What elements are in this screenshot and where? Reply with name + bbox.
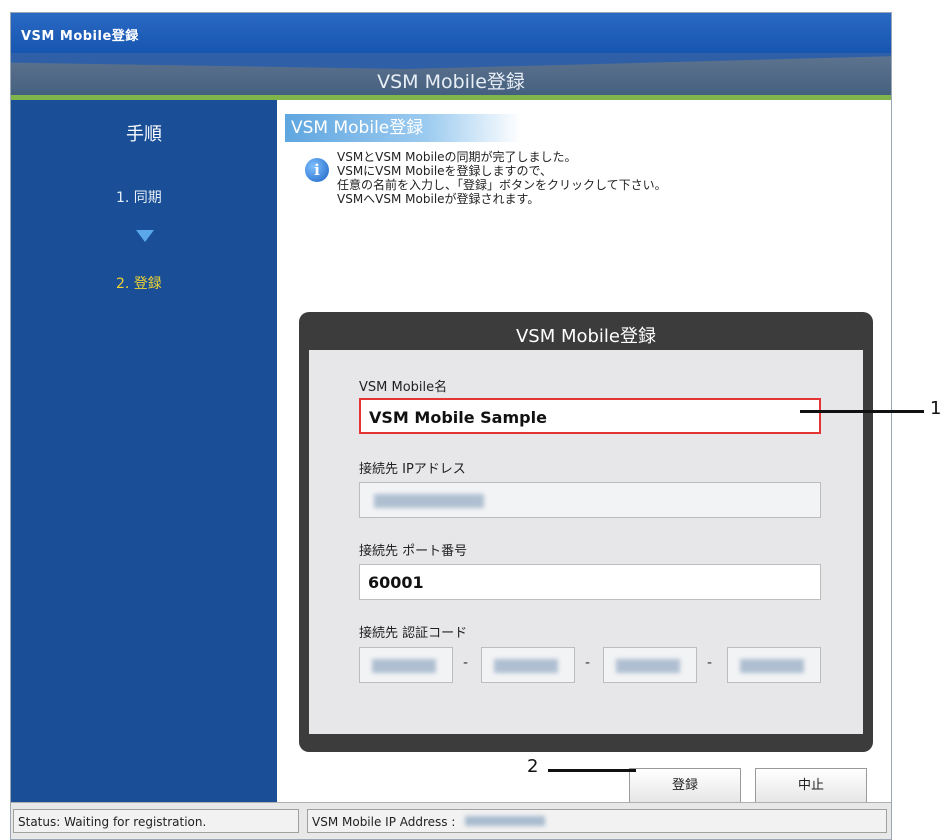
redacted-code xyxy=(494,659,558,673)
panel-title: VSM Mobile登録 xyxy=(515,326,657,347)
register-button[interactable]: 登録 xyxy=(629,768,741,804)
step-register: 2. 登録 xyxy=(116,276,162,292)
auth-code-box xyxy=(481,647,575,683)
main-content: VSM Mobile登録 i VSMとVSM Mobileの同期が完了しました。… xyxy=(277,100,891,804)
auth-code-box xyxy=(727,647,821,683)
panel-body: VSM Mobile名 VSM Mobile Sample 接続先 IPアドレス… xyxy=(309,350,863,734)
redacted-ip xyxy=(374,494,484,508)
redacted-code xyxy=(372,659,436,673)
registration-window: VSM Mobile登録 VSM Mobile登録 手順 1. 同期 2. 登録… xyxy=(10,12,892,840)
ip-address-field xyxy=(359,482,821,518)
info-line: VSMとVSM Mobileの同期が完了しました。 xyxy=(337,150,577,164)
redacted-code xyxy=(616,659,680,673)
callout-line-1 xyxy=(800,410,924,413)
name-label: VSM Mobile名 xyxy=(359,380,448,395)
code-separator: - xyxy=(585,655,591,671)
title-bar[interactable]: VSM Mobile登録 xyxy=(11,13,891,53)
info-line: VSMにVSM Mobileを登録しますので、 xyxy=(337,164,553,178)
info-line: 任意の名前を入力し、「登録」ボタンをクリックして下さい。 xyxy=(337,178,667,192)
steps-heading: 手順 xyxy=(126,124,162,145)
auth-code-box xyxy=(603,647,697,683)
mobile-name-input[interactable]: VSM Mobile Sample xyxy=(359,398,821,434)
info-icon: i xyxy=(305,158,329,182)
callout-number-1: 1 xyxy=(930,398,942,419)
ip-status-cell: VSM Mobile IP Address : xyxy=(307,809,887,833)
steps-sidebar: 手順 1. 同期 2. 登録 xyxy=(11,100,277,802)
redacted-ip-status xyxy=(465,816,546,826)
ip-label: 接続先 IPアドレス xyxy=(359,462,466,477)
status-bar: Status: Waiting for registration. VSM Mo… xyxy=(11,802,891,839)
banner-title: VSM Mobile登録 xyxy=(377,71,525,93)
info-line: VSMへVSM Mobileが登録されます。 xyxy=(337,192,540,206)
auth-code-group: - - - xyxy=(359,647,821,683)
cancel-button[interactable]: 中止 xyxy=(755,768,867,804)
code-separator: - xyxy=(463,655,469,671)
auth-code-box xyxy=(359,647,453,683)
ip-status-text: VSM Mobile IP Address : xyxy=(312,815,456,829)
section-title: VSM Mobile登録 xyxy=(285,114,521,142)
status-text: Status: Waiting for registration. xyxy=(13,809,299,833)
port-number-field[interactable]: 60001 xyxy=(359,564,821,600)
redacted-code xyxy=(740,659,804,673)
callout-line-2 xyxy=(548,769,636,772)
header-banner: VSM Mobile登録 xyxy=(11,53,891,95)
registration-panel: VSM Mobile登録 VSM Mobile名 VSM Mobile Samp… xyxy=(299,312,873,752)
auth-code-label: 接続先 認証コード xyxy=(359,626,468,641)
port-label: 接続先 ポート番号 xyxy=(359,544,468,559)
down-arrow-icon xyxy=(136,230,154,242)
window-title: VSM Mobile登録 xyxy=(21,29,139,44)
code-separator: - xyxy=(707,655,713,671)
callout-number-2: 2 xyxy=(527,756,539,777)
info-message: VSMとVSM Mobileの同期が完了しました。 VSMにVSM Mobile… xyxy=(337,150,667,206)
step-sync: 1. 同期 xyxy=(116,190,162,206)
